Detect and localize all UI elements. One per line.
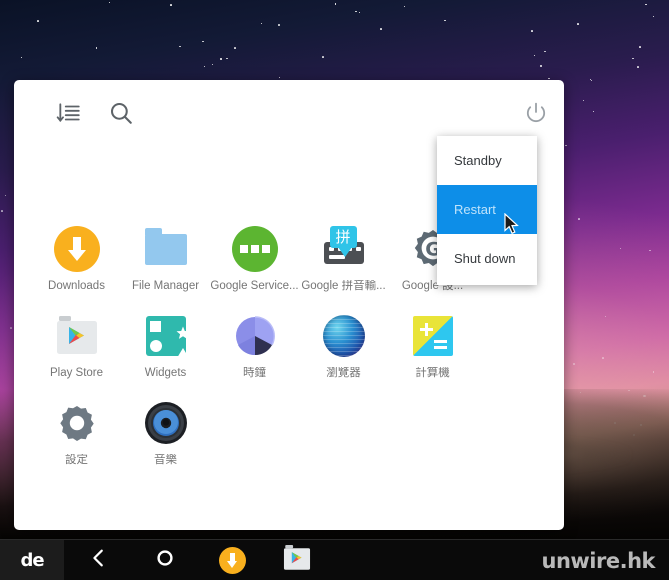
menu-item-standby[interactable]: Standby	[437, 136, 537, 185]
google-services-icon	[231, 226, 278, 272]
app-tile-settings[interactable]: 設定	[32, 400, 121, 487]
screen: Downloads File Manager Google Service...	[0, 0, 669, 580]
app-tile-google-pinyin[interactable]: 拼 Google 拼音輸...	[299, 226, 388, 313]
app-label: 計算機	[415, 367, 450, 379]
app-label: Widgets	[144, 367, 187, 379]
app-tile-calculator[interactable]: 計算機	[388, 313, 477, 400]
launcher-toolbar	[14, 80, 564, 144]
menu-item-restart[interactable]: Restart	[437, 185, 537, 234]
power-menu: Standby Restart Shut down	[437, 136, 537, 285]
home-circle-icon	[154, 547, 176, 574]
back-chevron-icon	[88, 547, 110, 574]
app-tile-clock[interactable]: 時鐘	[210, 313, 299, 400]
app-label: 設定	[65, 454, 88, 466]
power-icon[interactable]	[524, 101, 548, 125]
play-store-icon	[54, 313, 100, 359]
mouse-cursor	[504, 212, 520, 235]
home-button[interactable]	[132, 540, 198, 580]
back-button[interactable]	[66, 540, 132, 580]
menu-item-shut-down[interactable]: Shut down	[437, 234, 537, 283]
taskbar: de unwire.hk	[0, 539, 669, 580]
search-icon[interactable]	[108, 100, 134, 126]
app-tile-google-services[interactable]: Google Service...	[210, 226, 299, 313]
app-label: Google 拼音輸...	[301, 280, 386, 292]
app-label: File Manager	[131, 280, 200, 292]
downloads-icon	[53, 226, 100, 272]
browser-globe-icon	[321, 313, 367, 359]
clock-icon	[232, 313, 278, 359]
app-label: Google Service...	[210, 280, 299, 292]
settings-icon	[54, 400, 100, 446]
app-tile-widgets[interactable]: Widgets	[121, 313, 210, 400]
app-tile-play-store[interactable]: Play Store	[32, 313, 121, 400]
app-label: 音樂	[154, 454, 177, 466]
app-label: Play Store	[49, 367, 104, 379]
taskbar-downloads-button[interactable]	[199, 540, 265, 580]
app-label: Downloads	[48, 280, 105, 292]
app-label: 時鐘	[243, 367, 266, 379]
start-logo-button[interactable]: de	[0, 540, 64, 580]
calculator-icon	[410, 313, 456, 359]
downloads-icon	[218, 546, 246, 574]
app-tile-music[interactable]: 音樂	[121, 400, 210, 487]
widgets-icon	[143, 313, 189, 359]
play-store-icon	[282, 543, 312, 578]
music-speaker-icon	[143, 400, 189, 446]
app-label: 瀏覽器	[326, 367, 361, 379]
folder-icon	[143, 226, 189, 272]
app-tile-browser[interactable]: 瀏覽器	[299, 313, 388, 400]
google-pinyin-ime-icon: 拼	[321, 226, 367, 272]
app-tile-file-manager[interactable]: File Manager	[121, 226, 210, 313]
watermark: unwire.hk	[541, 549, 656, 573]
app-tile-downloads[interactable]: Downloads	[32, 226, 121, 313]
start-logo-label: de	[20, 549, 44, 571]
sort-list-icon[interactable]	[56, 100, 82, 126]
taskbar-play-store-button[interactable]	[264, 540, 330, 580]
